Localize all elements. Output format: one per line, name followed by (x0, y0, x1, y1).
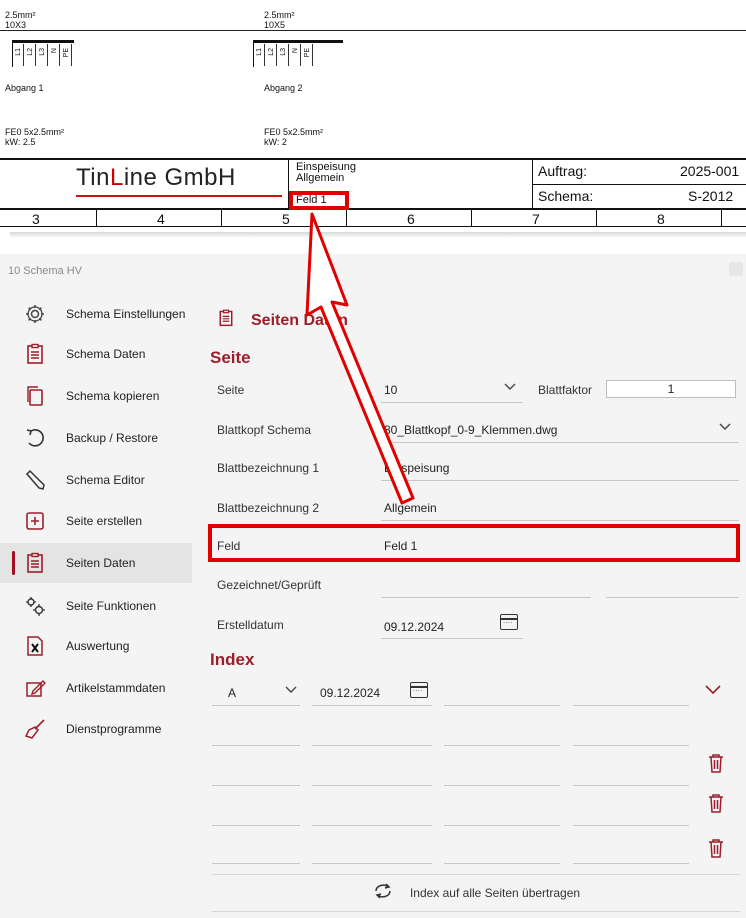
annotation-arrow-icon (305, 212, 415, 505)
